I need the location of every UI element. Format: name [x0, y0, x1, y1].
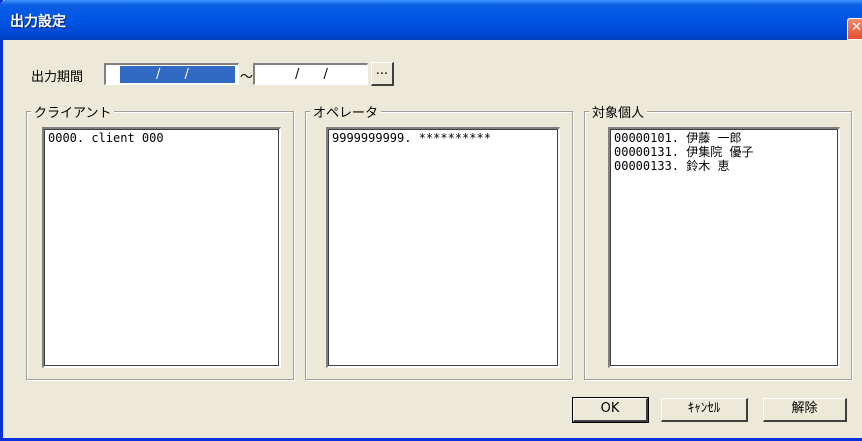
- start-date-input[interactable]: / /: [104, 63, 239, 85]
- end-date-input[interactable]: / /: [253, 63, 368, 85]
- list-item[interactable]: 0000. client 000: [48, 131, 276, 145]
- client-group-title: クライアント: [31, 102, 115, 121]
- target-listbox[interactable]: 00000101. 伊藤 一郎 00000131. 伊集院 優子 0000013…: [608, 127, 840, 368]
- operator-listbox[interactable]: 9999999999. **********: [326, 127, 560, 368]
- client-group: クライアント 0000. client 000: [26, 102, 294, 380]
- release-button[interactable]: 解除: [763, 398, 847, 422]
- period-label: 出力期間: [31, 70, 84, 85]
- ellipsis-icon: ...: [375, 63, 389, 78]
- window-title: 出力設定: [10, 14, 66, 30]
- output-settings-dialog: 出力設定 ✕ 出力期間 / / ～ / / ... クライアント 0000. c…: [0, 0, 862, 441]
- list-item[interactable]: 00000131. 伊集院 優子: [614, 145, 835, 159]
- end-date-value: / /: [295, 67, 338, 82]
- date-picker-button[interactable]: ...: [371, 62, 394, 86]
- cancel-button[interactable]: ｷｬﾝｾﾙ: [661, 398, 748, 422]
- title-bar[interactable]: 出力設定: [0, 0, 862, 40]
- list-item[interactable]: 9999999999. **********: [332, 131, 555, 145]
- target-group: 対象個人 00000101. 伊藤 一郎 00000131. 伊集院 優子 00…: [584, 102, 852, 380]
- ok-button[interactable]: OK: [572, 397, 649, 423]
- close-button[interactable]: ✕: [847, 18, 862, 40]
- list-item[interactable]: 00000101. 伊藤 一郎: [614, 131, 835, 145]
- target-group-title: 対象個人: [589, 102, 648, 121]
- list-item[interactable]: 00000133. 鈴木 恵: [614, 159, 835, 173]
- client-listbox[interactable]: 0000. client 000: [42, 127, 281, 368]
- close-icon: ✕: [851, 20, 862, 35]
- period-separator: ～: [240, 70, 254, 85]
- operator-group-title: オペレータ: [310, 102, 382, 121]
- operator-group: オペレータ 9999999999. **********: [305, 102, 573, 380]
- start-date-value: / /: [120, 66, 235, 83]
